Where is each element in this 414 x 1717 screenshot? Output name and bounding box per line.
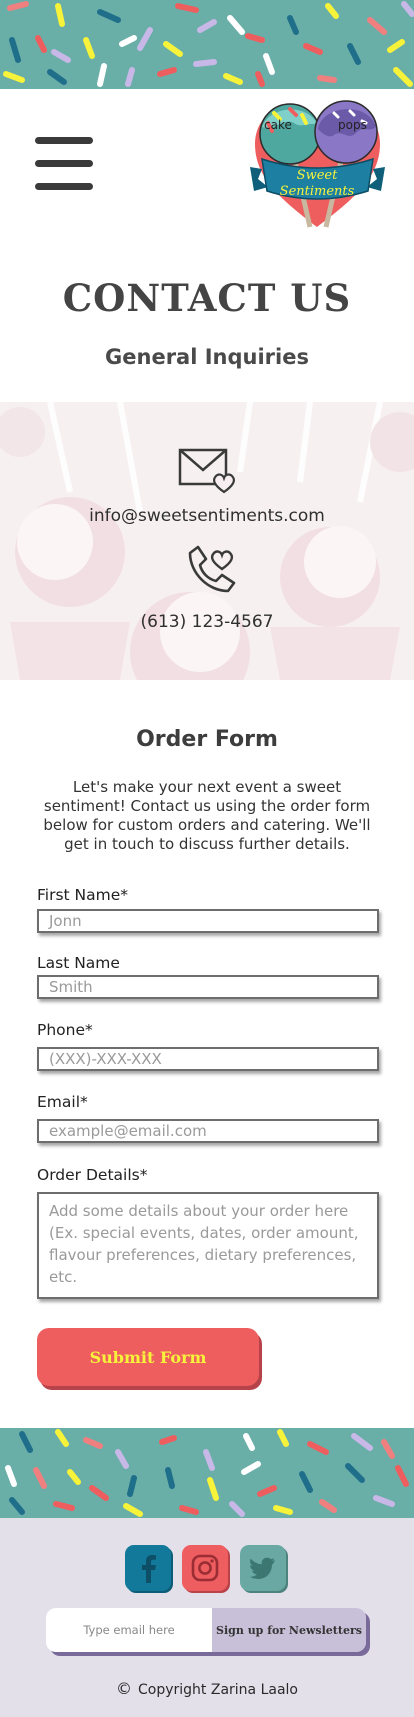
section-subtitle: General Inquiries	[105, 345, 309, 369]
twitter-icon[interactable]	[240, 1545, 286, 1591]
first-name-field[interactable]: Jonn	[37, 909, 379, 933]
phone-label: Phone*	[37, 1021, 93, 1039]
facebook-icon[interactable]	[125, 1545, 171, 1591]
last-name-field[interactable]: Smith	[37, 975, 379, 999]
last-name-label: Last Name	[37, 954, 120, 972]
copyright-text: © Copyright Zarina Laalo	[0, 1679, 414, 1698]
newsletter-signup: Type email here Sign up for Newsletters	[46, 1608, 366, 1652]
order-form-intro: Let's make your next event a sweet senti…	[43, 778, 371, 853]
logo-text-sentiments: Sentiments	[280, 184, 355, 199]
logo-label-pops: pops	[338, 118, 367, 132]
menu-icon[interactable]	[35, 137, 93, 190]
first-name-label: First Name*	[37, 886, 129, 904]
contact-info-band	[0, 402, 414, 680]
order-form-title: Order Form	[136, 727, 278, 752]
instagram-icon[interactable]	[182, 1545, 228, 1591]
email-field[interactable]: example@email.com	[37, 1119, 379, 1143]
phone-heart-icon	[188, 545, 236, 593]
phone-field[interactable]: (XXX)-XXX-XXX	[37, 1047, 379, 1071]
logo-text-sweet: Sweet	[297, 168, 338, 183]
contact-phone-text[interactable]: (613) 123-4567	[0, 612, 414, 632]
newsletter-email-input[interactable]: Type email here	[46, 1608, 212, 1652]
page-title: CONTACT US	[62, 276, 352, 320]
site-footer: Type email here Sign up for Newsletters …	[0, 1518, 414, 1717]
copyright-label: Copyright Zarina Laalo	[138, 1682, 298, 1698]
order-details-label: Order Details*	[37, 1166, 148, 1184]
newsletter-signup-button[interactable]: Sign up for Newsletters	[212, 1608, 366, 1652]
order-details-textarea[interactable]: Add some details about your order here (…	[37, 1192, 379, 1299]
sprinkle-banner-bottom	[0, 1428, 414, 1518]
email-label: Email*	[37, 1093, 88, 1111]
cake-pop-background-image	[0, 402, 414, 680]
submit-form-button[interactable]: Submit Form	[37, 1328, 259, 1386]
logo-label-cake: cake	[264, 118, 292, 132]
sprinkle-banner-top	[0, 0, 414, 89]
page: Sweet Sentiments cake pops CONTACT US Ge…	[0, 0, 414, 1717]
copyright-icon: ©	[116, 1679, 132, 1698]
envelope-heart-icon	[178, 448, 235, 494]
contact-email-text[interactable]: info@sweetsentiments.com	[0, 506, 414, 526]
